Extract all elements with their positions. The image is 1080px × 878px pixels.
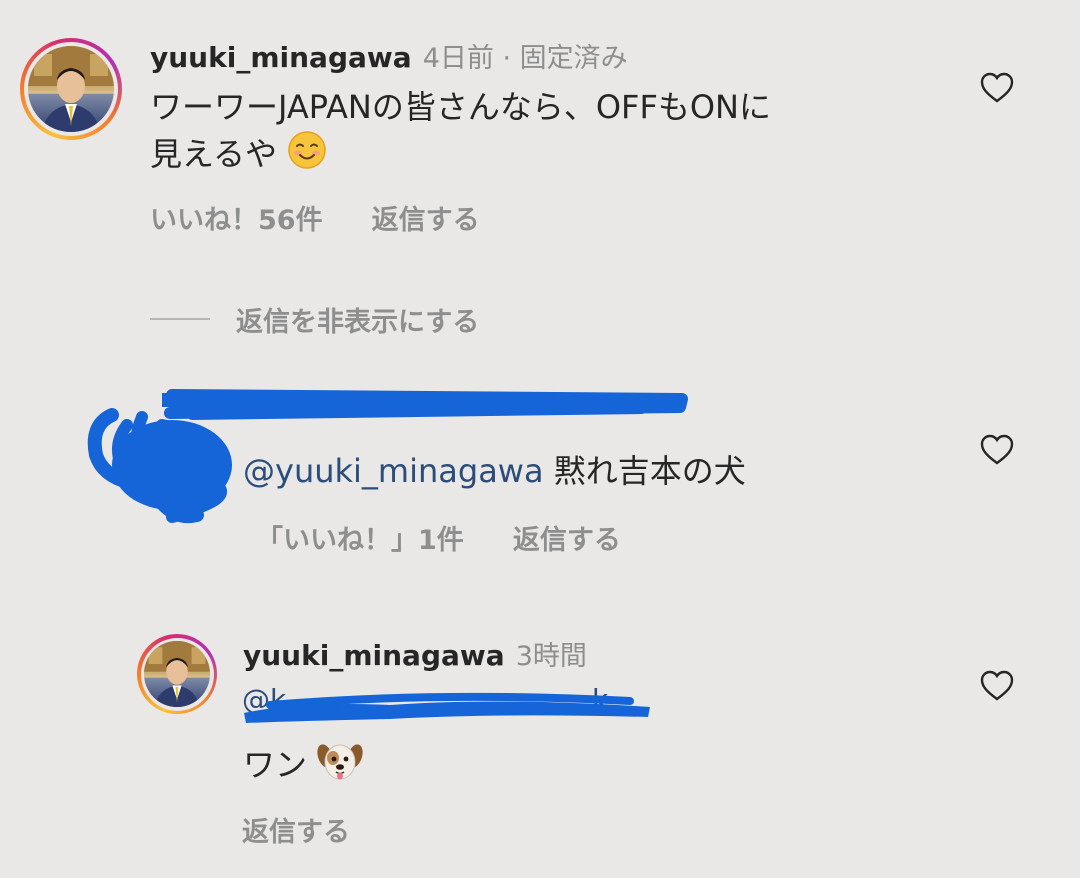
heart-icon[interactable] — [980, 72, 1014, 104]
avatar[interactable] — [137, 634, 217, 714]
reply-button[interactable]: 返信する — [513, 525, 621, 556]
reply1-message: 黙れ吉本の犬 — [553, 452, 746, 490]
comment-header: yuuki_minagawa 4日前 · 固定済み — [150, 36, 628, 75]
reply2-meta: 3時間 — [515, 641, 587, 672]
username[interactable]: yuuki_minagawa — [243, 639, 505, 672]
mention-link[interactable]: @yuuki_minagawa — [243, 452, 544, 490]
comment-actions: いいね！56件 返信する — [150, 198, 480, 237]
divider-line — [150, 318, 210, 320]
reply2-text: ワン — [243, 740, 363, 794]
reply1-text: @yuuki_minagawa 黙れ吉本の犬 — [243, 448, 746, 494]
smiling-face-emoji — [287, 130, 327, 182]
dog-face-emoji — [317, 740, 363, 794]
likes-count[interactable]: いいね！56件 — [150, 205, 323, 236]
reply-button[interactable]: 返信する — [372, 205, 480, 236]
comment-meta: 4日前 · 固定済み — [422, 43, 628, 74]
username[interactable]: yuuki_minagawa — [150, 41, 412, 74]
redaction-scribble: @k k — [242, 683, 650, 723]
comment-text-line2: 見えるや — [150, 130, 950, 182]
comment-text-line1: ワーワーJAPANの皆さんなら、OFFもONに — [150, 88, 771, 126]
reply1-actions: 「いいね！」1件 返信する — [256, 518, 621, 557]
reply2-actions: 返信する — [242, 810, 350, 849]
heart-icon[interactable] — [980, 434, 1014, 466]
likes-count[interactable]: 「いいね！」1件 — [256, 525, 464, 556]
reply-button[interactable]: 返信する — [242, 817, 350, 848]
comment-text: ワーワーJAPANの皆さんなら、OFFもONに 見えるや — [150, 84, 950, 182]
heart-icon[interactable] — [980, 670, 1014, 702]
comments-screen: yuuki_minagawa 4日前 · 固定済み ワーワーJAPANの皆さんな… — [0, 0, 1080, 878]
avatar[interactable] — [20, 38, 122, 140]
reply2-header: yuuki_minagawa 3時間 — [243, 634, 587, 673]
hide-replies-button[interactable]: 返信を非表示にする — [236, 300, 479, 339]
reply2-message: ワン — [243, 746, 308, 784]
